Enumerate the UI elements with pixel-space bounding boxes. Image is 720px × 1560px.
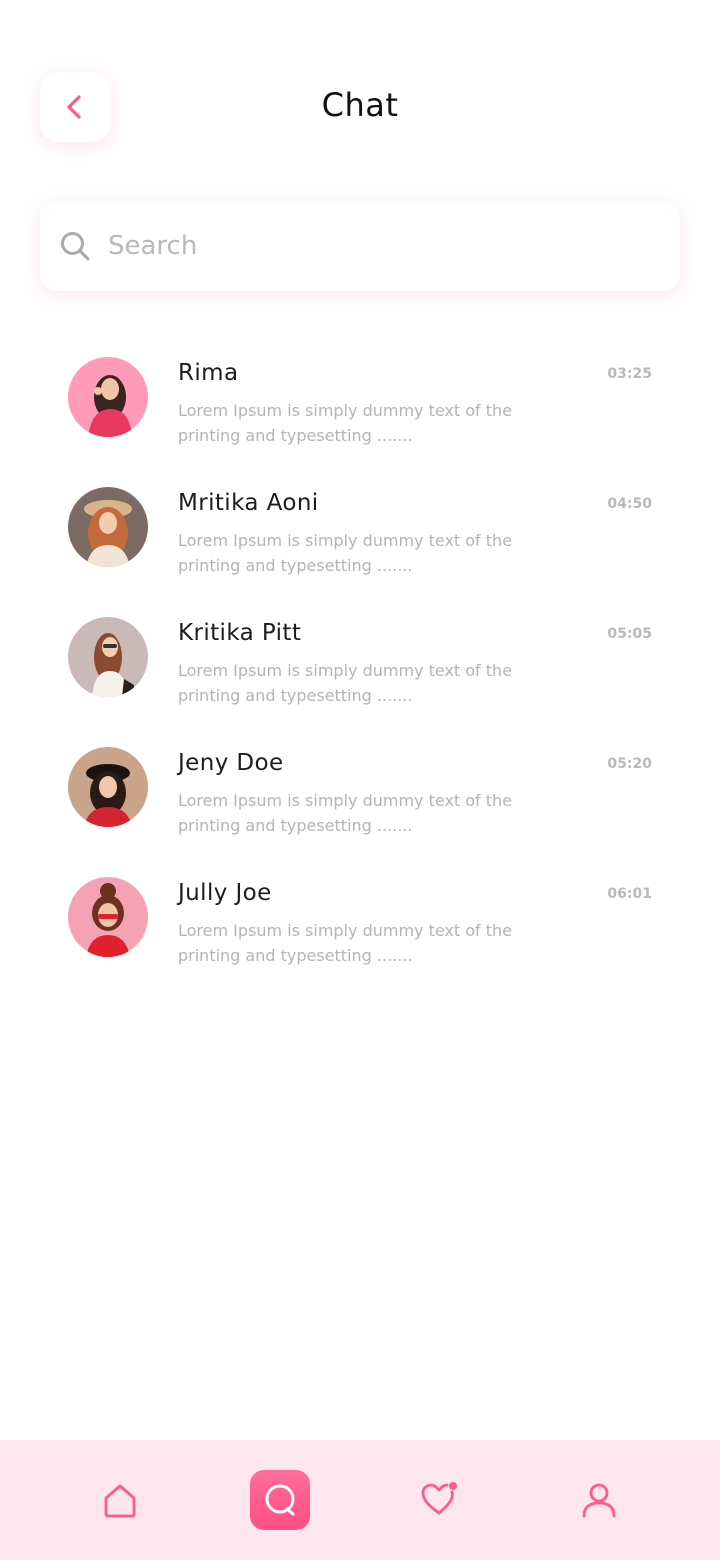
avatar [68,357,148,437]
contact-name: Jully Joe [178,880,272,906]
nav-profile-button[interactable] [569,1470,629,1530]
chat-list-item[interactable]: Jeny Doe 05:20 Lorem Ipsum is simply dum… [0,730,720,860]
heart-icon [421,1482,457,1515]
avatar [68,617,148,697]
nav-chat-button[interactable] [250,1470,310,1530]
chat-list-item[interactable]: Rima 03:25 Lorem Ipsum is simply dummy t… [0,340,720,470]
message-preview: Lorem Ipsum is simply dummy text of the … [178,661,513,705]
chat-list-item[interactable]: Jully Joe 06:01 Lorem Ipsum is simply du… [0,860,720,990]
avatar [68,487,148,567]
message-time: 03:25 [607,366,652,382]
search-icon [61,232,90,261]
message-preview: Lorem Ipsum is simply dummy text of the … [178,921,513,965]
avatar [68,747,148,827]
chat-list-item[interactable]: Mritika Aoni 04:50 Lorem Ipsum is simply… [0,470,720,600]
contact-name: Jeny Doe [178,750,284,776]
message-time: 05:05 [607,626,652,642]
user-icon [582,1483,616,1518]
message-preview: Lorem Ipsum is simply dummy text of the … [178,791,513,835]
chat-list: Rima 03:25 Lorem Ipsum is simply dummy t… [0,340,720,990]
chat-icon [265,1484,295,1516]
nav-home-button[interactable] [90,1470,150,1530]
message-time: 05:20 [607,756,652,772]
page-title: Chat [321,86,399,124]
chat-screen: Chat Rima 03:25 Lorem Ipsum is simply du… [0,0,720,1560]
home-icon [104,1484,136,1518]
search-bar[interactable] [40,201,680,291]
bottom-navigation [0,1440,720,1560]
chat-list-item[interactable]: Kritika Pitt 05:05 Lorem Ipsum is simply… [0,600,720,730]
contact-name: Rima [178,360,239,386]
message-preview: Lorem Ipsum is simply dummy text of the … [178,401,513,445]
contact-name: Kritika Pitt [178,620,302,646]
contact-name: Mritika Aoni [178,490,319,516]
nav-favorites-button[interactable] [409,1470,469,1530]
message-preview: Lorem Ipsum is simply dummy text of the … [178,531,513,575]
message-time: 04:50 [607,496,652,512]
search-input[interactable] [108,221,648,271]
avatar [68,877,148,957]
message-time: 06:01 [607,886,652,902]
